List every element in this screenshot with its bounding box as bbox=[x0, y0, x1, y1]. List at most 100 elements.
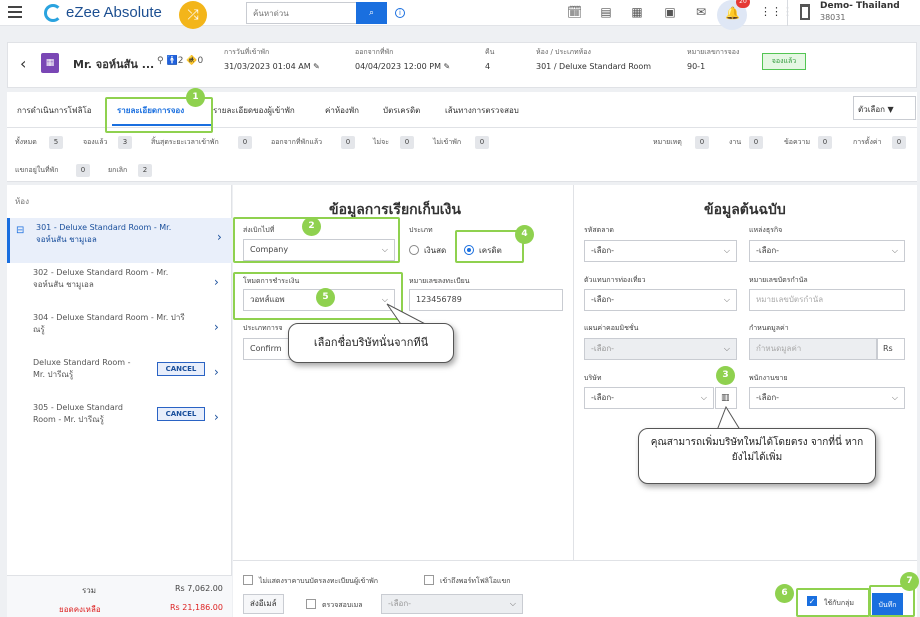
menu-icon[interactable] bbox=[8, 6, 22, 18]
chevron-down-icon: ⌵ bbox=[891, 246, 898, 255]
property-name[interactable]: Demo- Thailand bbox=[820, 1, 900, 11]
property-id: 38031 bbox=[820, 13, 846, 22]
room-item[interactable]: 305 - Deluxe Standard Room - Mr. ปารีณรู้… bbox=[7, 398, 232, 443]
count-label[interactable]: งาน bbox=[729, 137, 741, 148]
total-label: รวม bbox=[82, 586, 97, 595]
room-item[interactable]: Deluxe Standard Room - Mr. ปารีณรู้ CANCE… bbox=[7, 353, 232, 398]
type-label: ประเภท bbox=[409, 226, 433, 234]
count-badge: 0 bbox=[76, 164, 90, 177]
travel-agent-select[interactable]: -เลือก- ⌵ bbox=[584, 289, 737, 311]
email-template-select: -เลือก- ⌵ bbox=[381, 594, 523, 614]
room-item[interactable]: ⊟ 301 - Deluxe Standard Room - Mr. จอห์นส… bbox=[7, 218, 232, 263]
count-badge: 0 bbox=[695, 136, 709, 149]
count-label[interactable]: ไม่เข้าพัก bbox=[433, 137, 461, 148]
shuffle-icon[interactable]: ⤮ bbox=[179, 1, 207, 29]
count-label[interactable]: ออกจากที่พักแล้ว bbox=[271, 137, 322, 148]
value-label: กำหนดมูลค่า bbox=[749, 324, 789, 332]
options-dropdown[interactable]: ตัวเลือก ▼ bbox=[853, 96, 916, 120]
reservation-header: ‹ ▦ Mr. จอห์นสัน ... ⚲ 🚹2 🚸0 การวันที่เข… bbox=[7, 42, 917, 88]
total-value: Rs 7,062.00 bbox=[175, 584, 223, 593]
count-label[interactable]: จองแล้ว bbox=[83, 137, 107, 148]
count-label[interactable]: การตั้งค่า bbox=[853, 137, 882, 148]
arrival-value: 31/03/2023 01:04 AM ✎ bbox=[224, 62, 320, 71]
count-label[interactable]: แขกอยู่ในที่พัก bbox=[15, 165, 59, 176]
notification-badge: 20 bbox=[736, 0, 750, 8]
check-email-checkbox[interactable] bbox=[306, 599, 316, 609]
step-marker: 3 bbox=[716, 366, 735, 385]
hide-rate-checkbox[interactable] bbox=[243, 575, 253, 585]
count-label[interactable]: ข้อความ bbox=[784, 137, 810, 148]
search-icon: ⌕ bbox=[368, 8, 375, 18]
salesperson-select[interactable]: -เลือก- ⌵ bbox=[749, 387, 905, 409]
market-code-select[interactable]: -เลือก- ⌵ bbox=[584, 240, 737, 262]
salesperson-label: พนักงานขาย bbox=[749, 374, 788, 382]
balance-value: Rs 21,186.00 bbox=[170, 603, 223, 612]
tab-audit-trail[interactable]: เส้นทางการตรวจสอบ bbox=[445, 104, 519, 117]
company-label: บริษัท bbox=[584, 374, 602, 382]
highlight-box bbox=[455, 230, 524, 263]
reservation-number-value: 90-1 bbox=[687, 62, 706, 71]
bed-icon: ⊟ bbox=[16, 225, 25, 236]
chevron-down-icon: ⌵ bbox=[723, 295, 730, 304]
document-icon[interactable]: ▣ bbox=[663, 5, 677, 19]
count-badge: 0 bbox=[238, 136, 252, 149]
type-cash-radio[interactable] bbox=[409, 245, 419, 255]
check-email-label: ตรวจสอบเมล bbox=[322, 601, 363, 609]
step-marker: 4 bbox=[515, 225, 534, 244]
count-badge: 0 bbox=[818, 136, 832, 149]
company-select[interactable]: -เลือก- ⌵ bbox=[584, 387, 714, 409]
nights-label: คืน bbox=[485, 48, 495, 56]
count-label[interactable]: สิ้นสุดระยะเวลาเข้าพัก bbox=[151, 137, 219, 148]
voucher-input[interactable]: หมายเลขบัตรกำนัล bbox=[749, 289, 905, 311]
tab-folio-operations[interactable]: การดำเนินการโฟลิโอ bbox=[17, 104, 92, 117]
guest-name[interactable]: Mr. จอห์นสัน ... bbox=[73, 55, 154, 73]
building-icon: ▥ bbox=[721, 393, 730, 403]
calendar-check-icon[interactable]: ▤ bbox=[599, 5, 613, 19]
count-badge: 3 bbox=[118, 136, 132, 149]
step-marker: 5 bbox=[316, 288, 335, 307]
reservation-calendar-icon: ▦ bbox=[41, 53, 59, 73]
count-label[interactable]: ยกเลิก bbox=[108, 165, 127, 176]
hide-rate-label: ไม่แสดงราคาบนบัตรลงทะเบียนผู้เข้าพัก bbox=[259, 577, 379, 585]
person-add-icon: ⚲ bbox=[157, 56, 164, 66]
guest-portfolio-checkbox[interactable] bbox=[424, 575, 434, 585]
chevron-down-icon: ⌵ bbox=[723, 344, 730, 353]
quick-search-input[interactable] bbox=[246, 2, 356, 24]
notifications[interactable]: 🔔 20 bbox=[717, 0, 750, 30]
tab-credit-card[interactable]: บัตรเครดิต bbox=[383, 104, 420, 117]
tab-guest-details[interactable]: รายละเอียดของผู้เข้าพัก bbox=[213, 104, 295, 117]
status-badge: จองแล้ว bbox=[762, 53, 806, 70]
chevron-right-icon: › bbox=[217, 230, 222, 244]
count-label[interactable]: ไม่จะ bbox=[373, 137, 389, 148]
calendar-icon[interactable]: ▦ bbox=[630, 5, 644, 19]
search-button[interactable]: ⌕ bbox=[356, 2, 387, 24]
rooms-header: ห้อง bbox=[15, 197, 29, 206]
tab-room-charges[interactable]: ค่าห้องพัก bbox=[325, 104, 359, 117]
room-item[interactable]: 302 - Deluxe Standard Room - Mr. จอห์นสัน… bbox=[7, 263, 232, 308]
send-email-button[interactable]: ส่งอีเมล์ bbox=[243, 594, 284, 614]
mail-icon[interactable]: ✉ bbox=[694, 5, 708, 19]
registration-number-label: หมายเลขลงทะเบียน bbox=[409, 277, 470, 285]
source-panel: ข้อมูลต้นฉบับ รหัสตลาด -เลือก- ⌵ แหล่งธุร… bbox=[574, 185, 917, 560]
step-marker: 1 bbox=[186, 88, 205, 107]
room-item[interactable]: 304 - Deluxe Standard Room - Mr. ปารี ณรู… bbox=[7, 308, 232, 353]
info-icon[interactable]: i bbox=[395, 8, 405, 18]
cancel-badge: CANCEL bbox=[157, 362, 205, 376]
edit-icon[interactable]: ✎ bbox=[313, 62, 320, 71]
count-label[interactable]: หมายเหตุ bbox=[653, 137, 682, 148]
voucher-label: หมายเลขบัตรกำนัล bbox=[749, 276, 808, 284]
apps-grid-icon[interactable]: ⋮⋮⋮ bbox=[760, 6, 793, 18]
room-type-value: 301 / Deluxe Standard Room bbox=[536, 62, 652, 71]
business-source-select[interactable]: -เลือก- ⌵ bbox=[749, 240, 905, 262]
count-label[interactable]: ทั้งหมด bbox=[15, 137, 37, 148]
divider bbox=[787, 0, 788, 26]
business-source-label: แหล่งธุรกิจ bbox=[749, 226, 783, 234]
chevron-down-icon: ⌵ bbox=[509, 599, 516, 608]
edit-icon[interactable]: ✎ bbox=[444, 62, 451, 71]
market-code-label: รหัสตลาด bbox=[584, 226, 614, 234]
calendar-add-icon[interactable]: 🗓 bbox=[567, 5, 582, 19]
type-cash-label: เงินสด bbox=[424, 246, 447, 255]
back-icon[interactable]: ‹ bbox=[20, 54, 32, 74]
callout-select-company: เลือกชื่อบริษัทนั่นจากทีนี bbox=[288, 323, 454, 363]
balance-label: ยอดคงเหลือ bbox=[59, 605, 101, 614]
